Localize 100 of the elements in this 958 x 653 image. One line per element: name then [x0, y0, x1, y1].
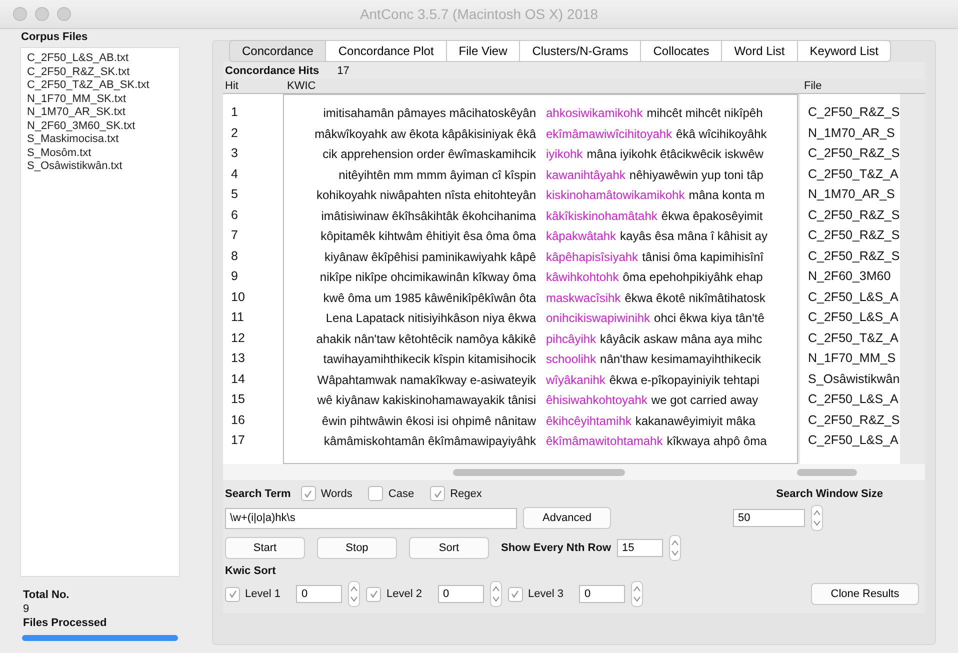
- file-name: S_Osâwistikwân: [807, 370, 900, 388]
- action-button[interactable]: Sort: [409, 537, 489, 559]
- keyword[interactable]: wîyâkanihk: [546, 370, 606, 390]
- left-context: kiyânaw êkîpêhisi paminikawiyahk kâpê: [324, 248, 537, 266]
- window-title: AntConc 3.5.7 (Macintosh OS X) 2018: [360, 6, 598, 22]
- hit-number: 4: [230, 166, 239, 182]
- close-icon[interactable]: [13, 7, 27, 21]
- hit-number: 10: [230, 288, 246, 306]
- stepper-icon[interactable]: [811, 505, 823, 531]
- tab[interactable]: Concordance: [229, 40, 326, 62]
- checkbox-label: Level 1: [245, 588, 280, 600]
- left-context: kâmâmiskohtamân êkîmâmawipayiyâhk: [322, 433, 537, 450]
- keyword[interactable]: kiskinohamâtowikamikohk: [546, 185, 685, 206]
- stepper-icon[interactable]: [348, 581, 360, 607]
- right-context: kîkwaya ahpô ôma: [666, 433, 767, 450]
- keyword[interactable]: kâpakwâtahk: [546, 226, 616, 246]
- file-item[interactable]: C_2F50_L&S_AB.txt: [27, 52, 173, 66]
- stepper-icon[interactable]: [490, 581, 502, 607]
- hit-number: 8: [230, 248, 239, 264]
- keyword[interactable]: êhisiwahkohtoyahk: [546, 390, 648, 410]
- zoom-icon[interactable]: [57, 7, 71, 21]
- file-item[interactable]: N_1F70_MM_SK.txt: [27, 92, 173, 106]
- tab[interactable]: Collocates: [641, 40, 722, 62]
- checkbox[interactable]: [508, 586, 523, 602]
- keyword[interactable]: ekîmâmawiwîcihitoyahk: [546, 124, 672, 144]
- keyword[interactable]: schoolihk: [546, 349, 596, 370]
- right-context: kâyâcik askaw mâna aya mihc: [600, 330, 762, 348]
- file-name: N_1M70_AR_S: [807, 124, 896, 142]
- keyword[interactable]: maskwacîsihk: [546, 288, 621, 308]
- keyword[interactable]: kâwihkohtohk: [546, 267, 619, 288]
- checkbox[interactable]: [300, 486, 316, 501]
- keyword[interactable]: kâpêhapisîsiyahk: [546, 246, 638, 267]
- column-header[interactable]: File: [802, 79, 902, 93]
- left-context: Wâpahtamwak namakîkway e-asiwateyik: [316, 372, 537, 388]
- left-context: kohikoyahk niwâpahten nîsta ehitohteyân: [316, 187, 537, 204]
- column-header[interactable]: Hit: [223, 79, 285, 93]
- column-header[interactable]: KWIC: [285, 79, 802, 93]
- kwic-sort-label: Kwic Sort: [225, 565, 277, 577]
- checkbox-label: Regex: [450, 488, 482, 500]
- keyword[interactable]: iyikohk: [546, 144, 583, 164]
- hit-number: 2: [230, 124, 239, 142]
- file-name: C_2F50_R&Z_S: [807, 412, 900, 428]
- checkbox[interactable]: [430, 486, 446, 501]
- keyword[interactable]: êkihcêyihtamihk: [546, 410, 632, 431]
- hit-number: 9: [230, 268, 239, 285]
- search-field[interactable]: \w+(i|o|a)hk\s: [225, 508, 517, 528]
- window-size-field[interactable]: 50: [733, 509, 805, 527]
- stepper-icon[interactable]: [631, 581, 644, 607]
- keyword[interactable]: pihcâyihk: [546, 328, 596, 349]
- file-item[interactable]: S_Mosôm.txt: [27, 146, 173, 160]
- tab[interactable]: Keyword List: [798, 40, 892, 62]
- file-item[interactable]: S_Maskimocisa.txt: [27, 133, 173, 146]
- checkbox[interactable]: [368, 486, 384, 501]
- checkbox[interactable]: [225, 586, 240, 602]
- tab[interactable]: Concordance Plot: [326, 40, 447, 62]
- nth-row-field[interactable]: 15: [617, 539, 664, 557]
- file-name: C_2F50_R&Z_S: [807, 145, 900, 162]
- checkmark-icon: [228, 589, 238, 599]
- checkbox-label: Words: [320, 488, 352, 500]
- file-item[interactable]: C_2F50_R&Z_SK.txt: [27, 66, 173, 79]
- left-context: cik apprehension order êwîmaskamihcik: [322, 146, 537, 163]
- checkmark-icon: [368, 589, 379, 599]
- tab[interactable]: Word List: [722, 40, 798, 62]
- tab[interactable]: Clusters/N-Grams: [520, 40, 642, 62]
- scrollbar-thumb[interactable]: [453, 468, 625, 476]
- advanced-button[interactable]: Advanced: [523, 507, 611, 529]
- right-context: ôma epehohpikiyâhk ehap: [622, 269, 763, 286]
- keyword[interactable]: onihcikiswapiwinihk: [546, 308, 650, 328]
- hit-number: 14: [230, 370, 246, 388]
- file-name: C_2F50_R&Z_S: [807, 104, 900, 121]
- hit-number: 11: [230, 309, 245, 326]
- clone-results-button[interactable]: Clone Results: [811, 583, 919, 605]
- right-context: êkwa êpakosêyimit: [661, 208, 763, 224]
- checkbox[interactable]: [366, 586, 382, 602]
- scrollbar-thumb[interactable]: [797, 468, 857, 476]
- total-count: 9: [22, 603, 30, 615]
- left-context: ahakik nân'taw kêtohtêcik namôya kâkikê: [315, 330, 537, 348]
- file-name: N_2F60_3M60: [807, 268, 892, 285]
- action-button[interactable]: Stop: [317, 537, 397, 559]
- file-name: N_1M70_AR_S: [807, 186, 896, 203]
- action-button[interactable]: Start: [225, 537, 305, 559]
- left-context: nikîpe nikîpe ohcimikawinân kîkway ôma: [318, 269, 537, 286]
- level-field[interactable]: 0: [296, 585, 342, 603]
- window-size-label: Search Window Size: [776, 488, 883, 500]
- tab[interactable]: File View: [446, 40, 520, 62]
- level-field[interactable]: 0: [438, 585, 484, 603]
- file-item[interactable]: S_Osâwistikwân.txt: [27, 160, 173, 174]
- file-item[interactable]: N_1M70_AR_SK.txt: [27, 106, 173, 120]
- file-name: C_2F50_T&Z_A: [807, 166, 900, 182]
- keyword[interactable]: kawanihtâyahk: [546, 164, 626, 185]
- left-context: nitêyihtên mm mmm âyiman cî kîspin: [338, 166, 537, 184]
- level-field[interactable]: 0: [579, 585, 626, 603]
- file-item[interactable]: C_2F50_T&Z_AB_SK.txt: [27, 79, 173, 92]
- stepper-icon[interactable]: [669, 535, 682, 561]
- keyword[interactable]: kâkîkiskinohamâtahk: [546, 206, 658, 226]
- keyword[interactable]: êkîmâmawitohtamahk: [546, 431, 663, 452]
- hit-number: 7: [230, 227, 239, 244]
- minimize-icon[interactable]: [35, 7, 49, 21]
- keyword[interactable]: ahkosiwikamikohk: [546, 103, 643, 124]
- file-item[interactable]: N_2F60_3M60_SK.txt: [27, 120, 173, 133]
